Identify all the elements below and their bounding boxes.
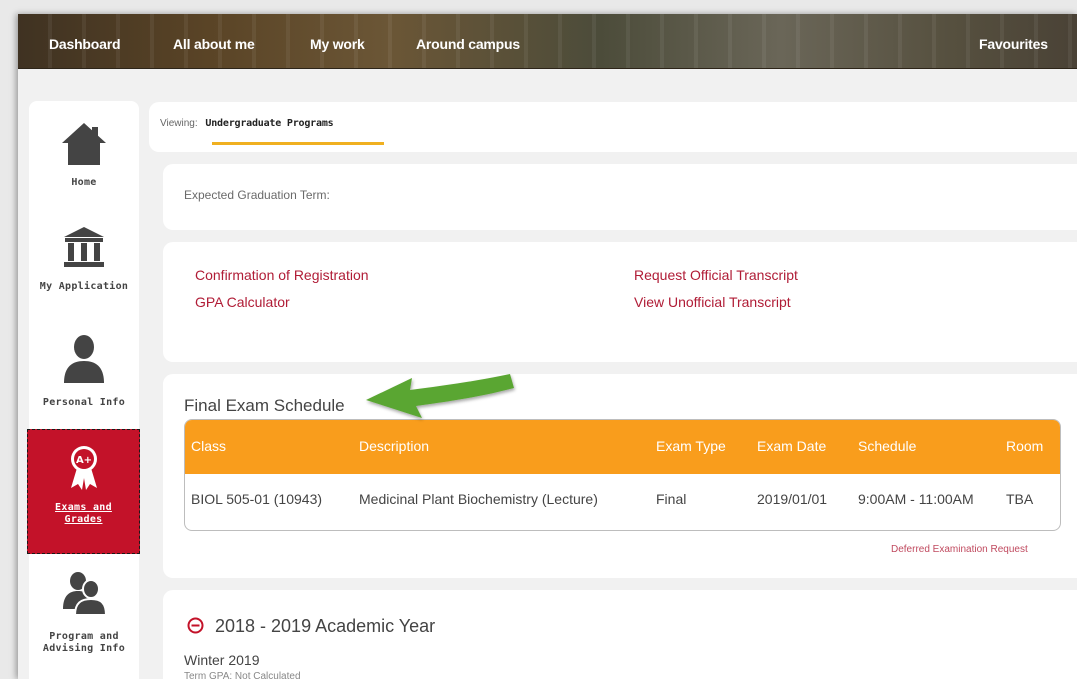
request-official-transcript-link[interactable]: Request Official Transcript	[634, 267, 798, 283]
award-badge-text: A+	[75, 455, 91, 466]
expected-graduation-label: Expected Graduation Term:	[184, 188, 330, 202]
sidebar-item-label-line2: Advising Info	[42, 643, 126, 654]
cell-exam-date: 2019/01/01	[757, 491, 828, 507]
sidebar-item-label: Exams and Grades	[28, 502, 139, 526]
column-exam-date: Exam Date	[757, 438, 827, 454]
app-frame: Dashboard All about me My work Around ca…	[18, 14, 1077, 679]
nav-dashboard[interactable]: Dashboard	[49, 36, 121, 52]
cell-description: Medicinal Plant Biochemistry (Lecture)	[359, 491, 598, 507]
nav-all-about-me[interactable]: All about me	[173, 36, 255, 52]
final-exam-card: Final Exam Schedule Class Description Ex…	[163, 374, 1077, 578]
sidebar-item-label: Home	[71, 177, 97, 188]
final-exam-title: Final Exam Schedule	[184, 396, 345, 415]
cell-room: TBA	[1006, 491, 1034, 507]
sidebar-item-label-line2: Grades	[64, 514, 103, 525]
people-icon	[63, 572, 107, 615]
nav-my-work[interactable]: My work	[310, 36, 365, 52]
collapse-minus-icon[interactable]	[187, 617, 204, 634]
cell-exam-type: Final	[656, 491, 687, 507]
active-tab-underline	[212, 142, 384, 145]
column-exam-type: Exam Type	[656, 438, 726, 454]
sidebar-item-label-line1: Program and	[49, 631, 119, 642]
top-navigation-bar: Dashboard All about me My work Around ca…	[18, 14, 1077, 69]
viewing-prefix: Viewing:	[160, 118, 198, 129]
sidebar-item-personal-info[interactable]: Personal Info	[29, 333, 139, 408]
sidebar: Home My Application Personal Info A+ Exa…	[27, 101, 140, 679]
column-schedule: Schedule	[858, 438, 917, 454]
person-icon	[64, 335, 104, 383]
graduation-card: Expected Graduation Term:	[163, 164, 1077, 230]
viewing-bar: Viewing: Undergraduate Programs	[149, 102, 1077, 152]
column-room: Room	[1006, 438, 1044, 454]
column-description: Description	[359, 438, 430, 454]
award-ribbon-icon: A+	[70, 446, 97, 490]
nav-around-campus[interactable]: Around campus	[416, 36, 520, 52]
viewing-label: Viewing: Undergraduate Programs	[160, 118, 334, 129]
table-header: Class Description Exam Type Exam Date Sc…	[185, 420, 1060, 474]
sidebar-item-label: Program and Advising Info	[29, 631, 139, 655]
cell-schedule: 9:00AM - 11:00AM	[858, 491, 974, 507]
term-gpa: Term GPA: Not Calculated	[184, 671, 301, 679]
view-unofficial-transcript-link[interactable]: View Unofficial Transcript	[634, 294, 791, 310]
cell-class: BIOL 505-01 (10943)	[191, 491, 323, 507]
tab-undergraduate-programs[interactable]: Undergraduate Programs	[205, 118, 333, 129]
column-class: Class	[191, 438, 227, 454]
term-label: Winter 2019	[184, 652, 260, 668]
gpa-calculator-link[interactable]: GPA Calculator	[195, 294, 290, 310]
quick-links-card: Confirmation of Registration GPA Calcula…	[163, 242, 1077, 362]
sidebar-item-label-line1: Exams and	[55, 502, 112, 513]
sidebar-item-label: Personal Info	[42, 397, 126, 408]
confirmation-of-registration-link[interactable]: Confirmation of Registration	[195, 267, 369, 283]
sidebar-item-home[interactable]: Home	[29, 121, 139, 188]
annotation-arrow-icon	[366, 374, 514, 418]
nav-favourites[interactable]: Favourites	[979, 36, 1048, 52]
exam-schedule-table: Class Description Exam Type Exam Date Sc…	[184, 419, 1061, 531]
sidebar-item-my-application[interactable]: My Application	[29, 225, 139, 292]
deferred-examination-request-link[interactable]: Deferred Examination Request	[891, 544, 1028, 555]
sidebar-item-program-advising[interactable]: Program and Advising Info	[29, 571, 139, 655]
academic-year-title: 2018 - 2019 Academic Year	[215, 616, 436, 636]
sidebar-item-label: My Application	[39, 281, 129, 292]
home-icon	[62, 123, 106, 165]
sidebar-item-exams-and-grades[interactable]: A+ Exams and Grades	[27, 429, 140, 554]
building-icon	[64, 227, 104, 267]
academic-year-card: 2018 - 2019 Academic Year Winter 2019 Te…	[163, 590, 1077, 679]
